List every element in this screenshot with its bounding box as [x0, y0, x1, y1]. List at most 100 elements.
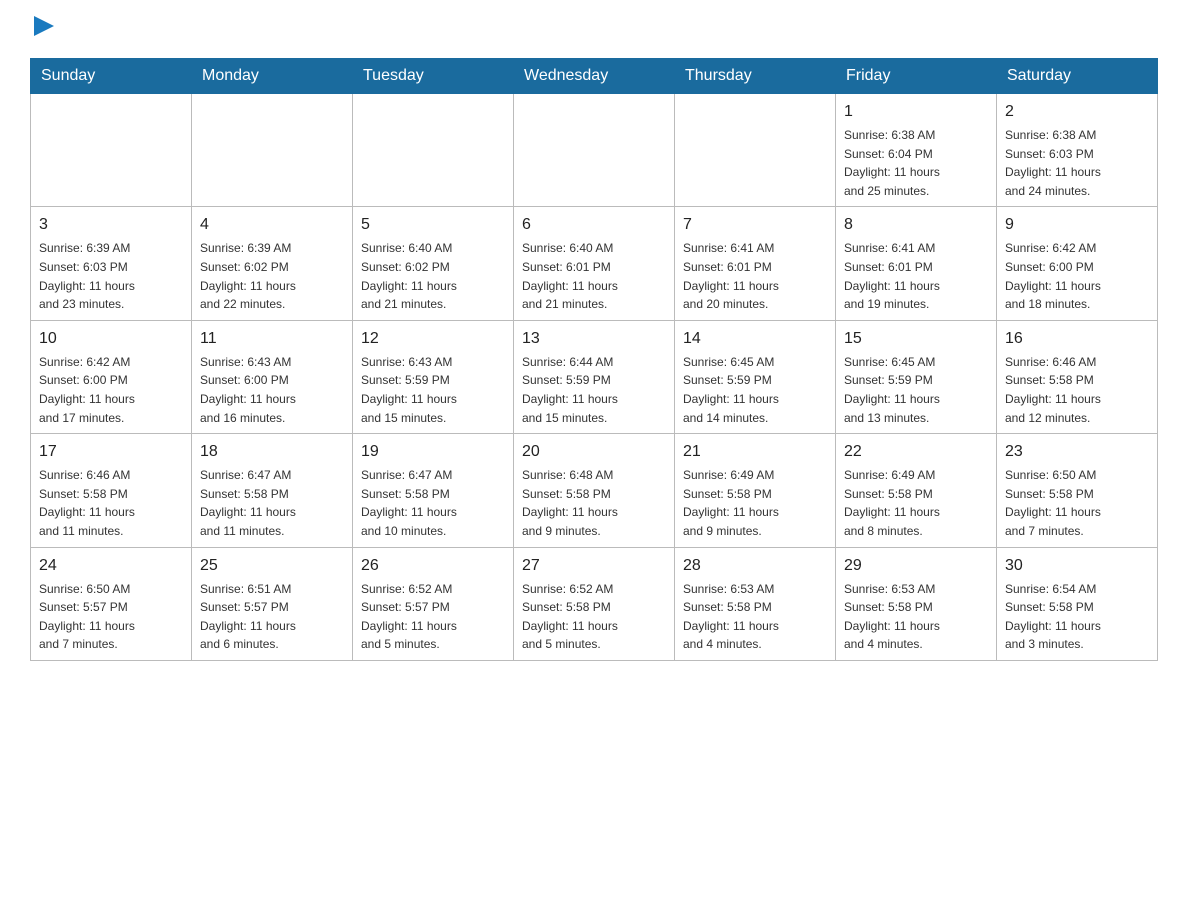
- day-info: Sunrise: 6:38 AM Sunset: 6:03 PM Dayligh…: [1005, 126, 1149, 200]
- day-info: Sunrise: 6:40 AM Sunset: 6:01 PM Dayligh…: [522, 239, 666, 313]
- day-number: 14: [683, 327, 827, 351]
- day-info: Sunrise: 6:48 AM Sunset: 5:58 PM Dayligh…: [522, 466, 666, 540]
- day-info: Sunrise: 6:39 AM Sunset: 6:02 PM Dayligh…: [200, 239, 344, 313]
- day-number: 7: [683, 213, 827, 237]
- calendar-cell: [675, 94, 836, 207]
- day-number: 16: [1005, 327, 1149, 351]
- day-info: Sunrise: 6:43 AM Sunset: 5:59 PM Dayligh…: [361, 353, 505, 427]
- day-number: 30: [1005, 554, 1149, 578]
- calendar-cell: 12Sunrise: 6:43 AM Sunset: 5:59 PM Dayli…: [353, 320, 514, 433]
- day-number: 21: [683, 440, 827, 464]
- day-number: 8: [844, 213, 988, 237]
- day-info: Sunrise: 6:44 AM Sunset: 5:59 PM Dayligh…: [522, 353, 666, 427]
- day-number: 4: [200, 213, 344, 237]
- calendar-cell: 2Sunrise: 6:38 AM Sunset: 6:03 PM Daylig…: [997, 94, 1158, 207]
- day-number: 25: [200, 554, 344, 578]
- day-number: 6: [522, 213, 666, 237]
- col-header-thursday: Thursday: [675, 59, 836, 94]
- calendar-cell: 16Sunrise: 6:46 AM Sunset: 5:58 PM Dayli…: [997, 320, 1158, 433]
- day-number: 20: [522, 440, 666, 464]
- day-number: 13: [522, 327, 666, 351]
- day-info: Sunrise: 6:45 AM Sunset: 5:59 PM Dayligh…: [683, 353, 827, 427]
- page-header: [30, 20, 1158, 38]
- day-number: 17: [39, 440, 183, 464]
- day-info: Sunrise: 6:50 AM Sunset: 5:57 PM Dayligh…: [39, 580, 183, 654]
- calendar-cell: 14Sunrise: 6:45 AM Sunset: 5:59 PM Dayli…: [675, 320, 836, 433]
- col-header-friday: Friday: [836, 59, 997, 94]
- day-info: Sunrise: 6:40 AM Sunset: 6:02 PM Dayligh…: [361, 239, 505, 313]
- calendar-week-row: 10Sunrise: 6:42 AM Sunset: 6:00 PM Dayli…: [31, 320, 1158, 433]
- calendar-week-row: 1Sunrise: 6:38 AM Sunset: 6:04 PM Daylig…: [31, 94, 1158, 207]
- calendar-cell: 24Sunrise: 6:50 AM Sunset: 5:57 PM Dayli…: [31, 547, 192, 660]
- day-info: Sunrise: 6:47 AM Sunset: 5:58 PM Dayligh…: [200, 466, 344, 540]
- col-header-monday: Monday: [192, 59, 353, 94]
- day-number: 1: [844, 100, 988, 124]
- col-header-tuesday: Tuesday: [353, 59, 514, 94]
- calendar-cell: 8Sunrise: 6:41 AM Sunset: 6:01 PM Daylig…: [836, 207, 997, 320]
- day-number: 28: [683, 554, 827, 578]
- calendar-table: SundayMondayTuesdayWednesdayThursdayFrid…: [30, 58, 1158, 661]
- calendar-week-row: 3Sunrise: 6:39 AM Sunset: 6:03 PM Daylig…: [31, 207, 1158, 320]
- calendar-cell: [353, 94, 514, 207]
- day-info: Sunrise: 6:47 AM Sunset: 5:58 PM Dayligh…: [361, 466, 505, 540]
- logo: [30, 20, 54, 38]
- day-info: Sunrise: 6:46 AM Sunset: 5:58 PM Dayligh…: [1005, 353, 1149, 427]
- calendar-cell: 22Sunrise: 6:49 AM Sunset: 5:58 PM Dayli…: [836, 434, 997, 547]
- logo-triangle-icon: [32, 16, 54, 38]
- day-info: Sunrise: 6:41 AM Sunset: 6:01 PM Dayligh…: [844, 239, 988, 313]
- day-number: 3: [39, 213, 183, 237]
- calendar-cell: 13Sunrise: 6:44 AM Sunset: 5:59 PM Dayli…: [514, 320, 675, 433]
- calendar-cell: 21Sunrise: 6:49 AM Sunset: 5:58 PM Dayli…: [675, 434, 836, 547]
- day-number: 12: [361, 327, 505, 351]
- col-header-saturday: Saturday: [997, 59, 1158, 94]
- day-number: 18: [200, 440, 344, 464]
- day-number: 23: [1005, 440, 1149, 464]
- day-number: 26: [361, 554, 505, 578]
- calendar-cell: 3Sunrise: 6:39 AM Sunset: 6:03 PM Daylig…: [31, 207, 192, 320]
- day-info: Sunrise: 6:39 AM Sunset: 6:03 PM Dayligh…: [39, 239, 183, 313]
- calendar-cell: 10Sunrise: 6:42 AM Sunset: 6:00 PM Dayli…: [31, 320, 192, 433]
- calendar-cell: 11Sunrise: 6:43 AM Sunset: 6:00 PM Dayli…: [192, 320, 353, 433]
- calendar-cell: 1Sunrise: 6:38 AM Sunset: 6:04 PM Daylig…: [836, 94, 997, 207]
- calendar-cell: 15Sunrise: 6:45 AM Sunset: 5:59 PM Dayli…: [836, 320, 997, 433]
- day-number: 19: [361, 440, 505, 464]
- day-info: Sunrise: 6:42 AM Sunset: 6:00 PM Dayligh…: [39, 353, 183, 427]
- day-info: Sunrise: 6:50 AM Sunset: 5:58 PM Dayligh…: [1005, 466, 1149, 540]
- day-info: Sunrise: 6:45 AM Sunset: 5:59 PM Dayligh…: [844, 353, 988, 427]
- day-info: Sunrise: 6:52 AM Sunset: 5:58 PM Dayligh…: [522, 580, 666, 654]
- day-info: Sunrise: 6:53 AM Sunset: 5:58 PM Dayligh…: [683, 580, 827, 654]
- calendar-cell: 18Sunrise: 6:47 AM Sunset: 5:58 PM Dayli…: [192, 434, 353, 547]
- day-number: 11: [200, 327, 344, 351]
- calendar-header-row: SundayMondayTuesdayWednesdayThursdayFrid…: [31, 59, 1158, 94]
- day-info: Sunrise: 6:54 AM Sunset: 5:58 PM Dayligh…: [1005, 580, 1149, 654]
- calendar-cell: 30Sunrise: 6:54 AM Sunset: 5:58 PM Dayli…: [997, 547, 1158, 660]
- day-info: Sunrise: 6:38 AM Sunset: 6:04 PM Dayligh…: [844, 126, 988, 200]
- col-header-sunday: Sunday: [31, 59, 192, 94]
- day-info: Sunrise: 6:41 AM Sunset: 6:01 PM Dayligh…: [683, 239, 827, 313]
- day-info: Sunrise: 6:52 AM Sunset: 5:57 PM Dayligh…: [361, 580, 505, 654]
- day-number: 22: [844, 440, 988, 464]
- day-number: 27: [522, 554, 666, 578]
- day-info: Sunrise: 6:51 AM Sunset: 5:57 PM Dayligh…: [200, 580, 344, 654]
- calendar-cell: [514, 94, 675, 207]
- day-number: 15: [844, 327, 988, 351]
- calendar-week-row: 17Sunrise: 6:46 AM Sunset: 5:58 PM Dayli…: [31, 434, 1158, 547]
- day-info: Sunrise: 6:53 AM Sunset: 5:58 PM Dayligh…: [844, 580, 988, 654]
- calendar-cell: [31, 94, 192, 207]
- calendar-cell: 27Sunrise: 6:52 AM Sunset: 5:58 PM Dayli…: [514, 547, 675, 660]
- calendar-cell: 20Sunrise: 6:48 AM Sunset: 5:58 PM Dayli…: [514, 434, 675, 547]
- calendar-cell: 7Sunrise: 6:41 AM Sunset: 6:01 PM Daylig…: [675, 207, 836, 320]
- day-number: 24: [39, 554, 183, 578]
- day-number: 5: [361, 213, 505, 237]
- day-info: Sunrise: 6:43 AM Sunset: 6:00 PM Dayligh…: [200, 353, 344, 427]
- day-number: 29: [844, 554, 988, 578]
- day-number: 10: [39, 327, 183, 351]
- calendar-cell: [192, 94, 353, 207]
- day-info: Sunrise: 6:46 AM Sunset: 5:58 PM Dayligh…: [39, 466, 183, 540]
- calendar-cell: 28Sunrise: 6:53 AM Sunset: 5:58 PM Dayli…: [675, 547, 836, 660]
- calendar-cell: 9Sunrise: 6:42 AM Sunset: 6:00 PM Daylig…: [997, 207, 1158, 320]
- calendar-cell: 5Sunrise: 6:40 AM Sunset: 6:02 PM Daylig…: [353, 207, 514, 320]
- day-info: Sunrise: 6:49 AM Sunset: 5:58 PM Dayligh…: [683, 466, 827, 540]
- calendar-week-row: 24Sunrise: 6:50 AM Sunset: 5:57 PM Dayli…: [31, 547, 1158, 660]
- day-info: Sunrise: 6:42 AM Sunset: 6:00 PM Dayligh…: [1005, 239, 1149, 313]
